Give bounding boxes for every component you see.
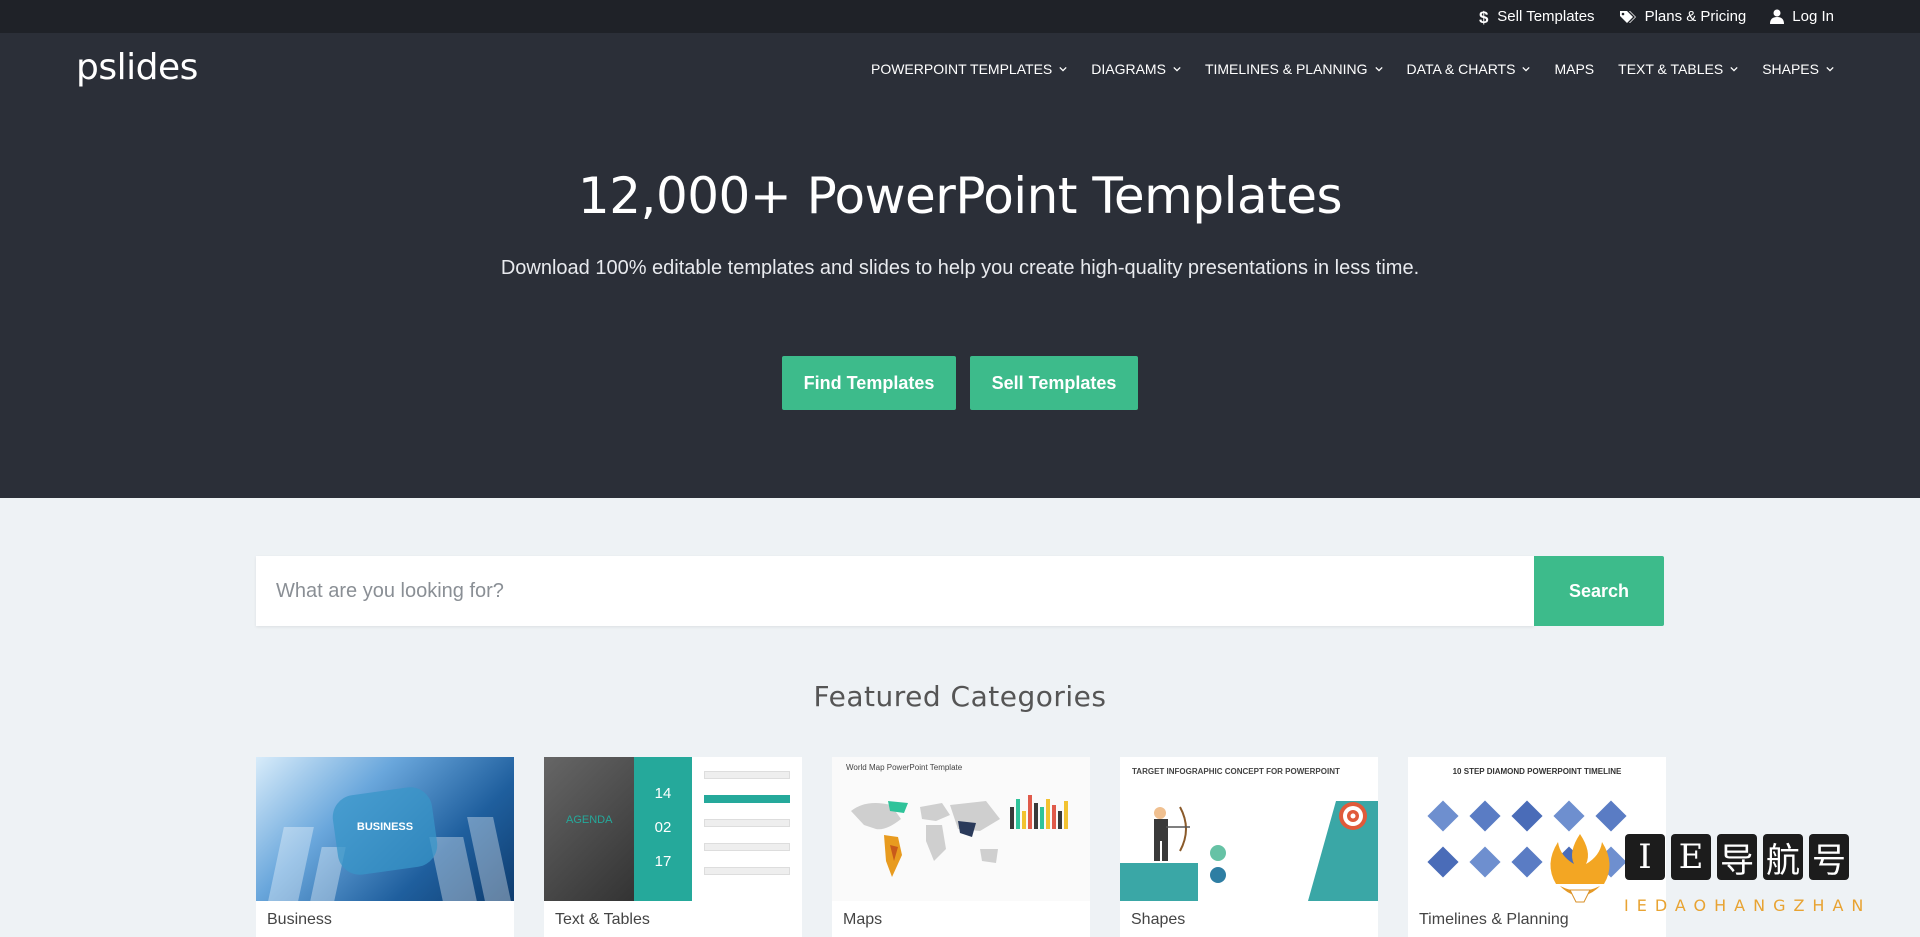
nav-label: POWERPOINT TEMPLATES — [870, 61, 1053, 77]
search-button[interactable]: Search — [1534, 556, 1664, 626]
watermark-char: 导 — [1717, 834, 1757, 881]
chevron-down-icon — [1826, 66, 1834, 72]
target-icon — [1339, 802, 1367, 830]
tags-icon — [1619, 10, 1637, 24]
nav-diagrams[interactable]: DIAGRAMS — [1091, 61, 1181, 77]
sell-templates-button[interactable]: Sell Templates — [970, 356, 1138, 410]
top-link-sell-templates[interactable]: $ Sell Templates — [1479, 8, 1594, 26]
hero-subtitle: Download 100% editable templates and sli… — [500, 257, 1420, 279]
nav-data-charts[interactable]: DATA & CHARTS — [1407, 61, 1531, 77]
featured-categories-title: Featured Categories — [813, 680, 1107, 713]
world-map-icon — [851, 801, 1000, 877]
watermark-char: E — [1671, 834, 1711, 880]
watermark-char: 航 — [1763, 834, 1803, 881]
nav-label: MAPS — [1554, 61, 1595, 77]
nav-label: TEXT & TABLES — [1618, 61, 1724, 77]
find-templates-button[interactable]: Find Templates — [782, 356, 956, 410]
nav-label: DATA & CHARTS — [1406, 61, 1516, 77]
top-link-label: Plans & Pricing — [1644, 8, 1747, 25]
top-utility-bar: $ Sell Templates Plans & Pricing Log In — [0, 0, 1920, 33]
top-link-log-in[interactable]: Log In — [1770, 8, 1834, 25]
chevron-down-icon — [1173, 66, 1181, 72]
search-input[interactable] — [256, 556, 1534, 626]
featured-categories-list: BUSINESS Business AGENDA 14 02 17 Text &… — [256, 757, 1666, 937]
nav-shapes[interactable]: SHAPES — [1762, 61, 1834, 77]
category-card-text-tables[interactable]: AGENDA 14 02 17 Text & Tables — [544, 757, 802, 937]
category-label: Business — [267, 911, 332, 928]
category-thumbnail: AGENDA 14 02 17 — [544, 757, 802, 901]
chevron-down-icon — [1522, 66, 1531, 72]
thumbnail-number: 17 — [654, 853, 672, 870]
hero-buttons: Find Templates Sell Templates — [0, 356, 1920, 410]
watermark: I E 导 航 号 IEDAOHANGZHAN — [1530, 820, 1920, 937]
nav-label: DIAGRAMS — [1091, 61, 1166, 77]
category-thumbnail: BUSINESS — [256, 757, 514, 901]
category-label: Maps — [843, 911, 883, 928]
chevron-down-icon — [1059, 66, 1067, 72]
watermark-subtext: IEDAOHANGZHAN — [1624, 896, 1872, 915]
thumbnail-text: TARGET INFOGRAPHIC CONCEPT FOR POWERPOIN… — [1132, 767, 1340, 776]
top-link-label: Log In — [1792, 8, 1834, 25]
dollar-icon: $ — [1479, 8, 1489, 26]
thumbnail-number: 14 — [654, 785, 672, 802]
search-bar: Search — [256, 556, 1664, 626]
top-link-label: Sell Templates — [1497, 8, 1595, 25]
archer-icon — [1154, 806, 1190, 861]
nav-label: TIMELINES & PLANNING — [1204, 61, 1368, 77]
category-label: Text & Tables — [555, 911, 650, 928]
category-card-shapes[interactable]: TARGET INFOGRAPHIC CONCEPT FOR POWERPOIN… — [1120, 757, 1378, 937]
thumbnail-text: World Map PowerPoint Template — [846, 763, 963, 772]
hero-title: 12,000+ PowerPoint Templates — [577, 167, 1343, 225]
nav-timelines-planning[interactable]: TIMELINES & PLANNING — [1205, 61, 1383, 77]
thumbnail-text: BUSINESS — [356, 821, 414, 833]
category-card-business[interactable]: BUSINESS Business — [256, 757, 514, 937]
category-thumbnail: TARGET INFOGRAPHIC CONCEPT FOR POWERPOIN… — [1120, 757, 1378, 901]
top-link-plans-pricing[interactable]: Plans & Pricing — [1619, 8, 1747, 25]
hero-section: pslides POWERPOINT TEMPLATES DIAGRAMS TI… — [0, 33, 1920, 498]
watermark-char: 号 — [1809, 834, 1849, 881]
nav-maps[interactable]: MAPS — [1554, 61, 1594, 77]
watermark-text: I E 导 航 号 — [1625, 834, 1849, 881]
svg-text:$: $ — [1479, 8, 1489, 26]
top-links: $ Sell Templates Plans & Pricing Log In — [1479, 0, 1834, 33]
user-icon — [1770, 9, 1785, 24]
category-card-maps[interactable]: World Map PowerPoint Template Maps — [832, 757, 1090, 937]
main-nav: POWERPOINT TEMPLATES DIAGRAMS TIMELINES … — [871, 61, 1834, 77]
site-logo[interactable]: pslides — [76, 47, 198, 88]
chevron-down-icon — [1730, 66, 1738, 72]
flame-logo-icon — [1550, 834, 1610, 903]
category-thumbnail: World Map PowerPoint Template — [832, 757, 1090, 901]
nav-text-tables[interactable]: TEXT & TABLES — [1618, 61, 1738, 77]
thumbnail-text: AGENDA — [566, 814, 613, 826]
chevron-down-icon — [1374, 66, 1383, 72]
thumbnail-text: 10 STEP DIAMOND POWERPOINT TIMELINE — [1452, 767, 1622, 776]
nav-label: SHAPES — [1762, 61, 1819, 77]
nav-powerpoint-templates[interactable]: POWERPOINT TEMPLATES — [871, 61, 1067, 77]
thumbnail-number: 02 — [654, 819, 672, 836]
watermark-char: I — [1625, 834, 1665, 880]
category-label: Shapes — [1131, 911, 1186, 928]
